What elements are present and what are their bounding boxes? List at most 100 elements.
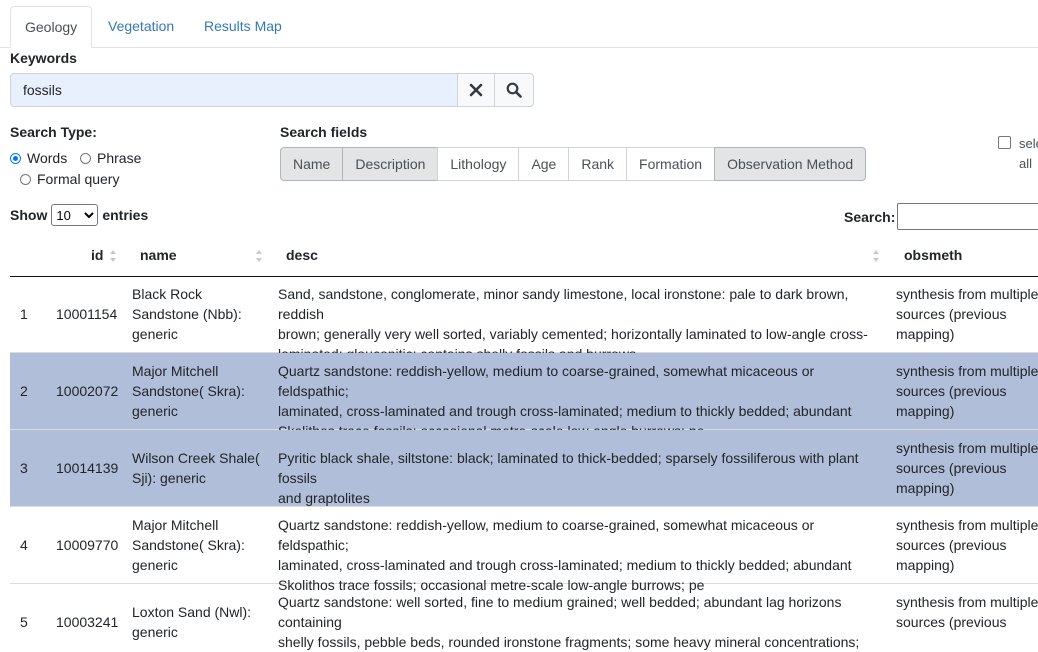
header-name[interactable]: name — [140, 236, 177, 276]
close-icon — [469, 83, 483, 97]
row-obsmeth-line: sources (previous — [896, 460, 1007, 476]
tab-vegetation[interactable]: Vegetation — [94, 6, 188, 47]
show-label: Show — [10, 207, 48, 223]
header-id[interactable]: id — [91, 236, 103, 276]
row-desc-line: Quartz sandstone: reddish-yellow, medium… — [278, 517, 815, 553]
row-desc: Quartz sandstone: well sorted, fine to m… — [278, 592, 882, 652]
row-name-line: generic — [132, 403, 178, 419]
row-id: 10002072 — [56, 383, 119, 399]
header-id-label: id — [91, 247, 104, 263]
row-name-line: Major Mitchell — [132, 363, 219, 379]
row-obsmeth-line: sources (previous — [896, 614, 1007, 630]
row-name-line: generic — [132, 624, 178, 640]
radio-formal-query-indicator[interactable] — [20, 173, 31, 185]
field-age-button[interactable]: Age — [518, 147, 570, 181]
field-observation-method-button[interactable]: Observation Method — [714, 147, 867, 181]
row-desc: Pyritic black shale, siltstone: black; l… — [278, 448, 882, 508]
radio-phrase-indicator[interactable] — [80, 152, 91, 164]
row-obsmeth: synthesis from multiple sources (previou… — [896, 284, 1038, 344]
table-search-input[interactable] — [897, 203, 1038, 230]
table-header: id name desc obsmeth — [10, 236, 1038, 277]
search-button[interactable] — [494, 73, 534, 107]
sort-icon — [256, 250, 262, 262]
row-obsmeth-line: mapping) — [896, 403, 955, 419]
row-obsmeth-line: mapping) — [896, 557, 955, 573]
row-obsmeth: synthesis from multiple sources (previou… — [896, 592, 1038, 632]
row-desc: Quartz sandstone: reddish-yellow, medium… — [278, 515, 882, 595]
sort-icon — [110, 250, 116, 262]
table-row[interactable]: 5 10003241 Loxton Sand (Nwl): generic Qu… — [10, 584, 1038, 650]
keywords-input[interactable] — [10, 73, 458, 107]
radio-phrase-label: Phrase — [97, 150, 142, 166]
row-desc-line: laminated, cross-laminated and trough cr… — [278, 403, 852, 419]
select-all-checkbox[interactable] — [998, 136, 1011, 149]
radio-formal-query-label: Formal query — [37, 171, 120, 187]
row-name-line: Wilson Creek Shale( — [132, 450, 260, 466]
field-name-button[interactable]: Name — [280, 147, 344, 181]
field-description-button[interactable]: Description — [342, 147, 439, 181]
row-name: Major Mitchell Sandstone( Skra): generic — [132, 361, 272, 421]
row-index: 2 — [20, 383, 28, 399]
clear-button[interactable] — [457, 73, 495, 107]
table-row[interactable]: 2 10002072 Major Mitchell Sandstone( Skr… — [10, 353, 1038, 439]
header-desc[interactable]: desc — [286, 236, 318, 276]
header-obsmeth-label: obsmeth — [904, 247, 963, 263]
row-desc-line: Sand, sandstone, conglomerate, minor san… — [278, 286, 849, 322]
field-rank-button[interactable]: Rank — [568, 147, 628, 181]
row-index: 1 — [20, 306, 28, 322]
row-obsmeth-line: synthesis from multiple — [896, 363, 1038, 379]
row-name-line: Sji): generic — [132, 470, 206, 486]
row-obsmeth-line: synthesis from multiple — [896, 594, 1038, 610]
row-desc-line: brown; generally very well sorted, varia… — [278, 326, 868, 342]
select-all-label-line1: sele — [1019, 136, 1038, 151]
search-fields-label: Search fields — [280, 124, 368, 140]
row-name: Loxton Sand (Nwl): generic — [132, 602, 272, 642]
field-formation-button[interactable]: Formation — [626, 147, 716, 181]
row-desc-line: Quartz sandstone: reddish-yellow, medium… — [278, 363, 815, 399]
row-desc: Sand, sandstone, conglomerate, minor san… — [278, 284, 882, 364]
row-name-line: generic — [132, 326, 178, 342]
sort-icon — [873, 250, 879, 262]
row-obsmeth-line: mapping) — [896, 326, 955, 342]
search-icon — [506, 82, 522, 98]
header-name-label: name — [140, 247, 177, 263]
row-name: Wilson Creek Shale( Sji): generic — [132, 448, 272, 488]
row-id: 10001154 — [56, 306, 118, 322]
search-type-label: Search Type: — [10, 124, 97, 140]
row-name-line: Black Rock — [132, 286, 203, 302]
row-index: 4 — [20, 537, 28, 553]
row-obsmeth-line: sources (previous — [896, 383, 1007, 399]
row-name-line: Sandstone( Skra): — [132, 383, 245, 399]
keywords-label: Keywords — [10, 50, 77, 66]
row-obsmeth-line: synthesis from multiple — [896, 517, 1038, 533]
select-all-label-line2: all — [1019, 156, 1033, 171]
radio-formal-query[interactable]: Formal query — [20, 171, 119, 187]
header-desc-label: desc — [286, 247, 318, 263]
table-row[interactable]: 1 10001154 Black Rock Sandstone (Nbb): g… — [10, 276, 1038, 362]
table-row[interactable]: 4 10009770 Major Mitchell Sandstone( Skr… — [10, 507, 1038, 593]
tab-results-map[interactable]: Results Map — [190, 6, 296, 47]
radio-phrase[interactable]: Phrase — [80, 150, 141, 166]
row-name: Black Rock Sandstone (Nbb): generic — [132, 284, 272, 344]
tab-geology[interactable]: Geology — [10, 6, 93, 48]
row-name-line: generic — [132, 557, 178, 573]
field-lithology-button[interactable]: Lithology — [437, 147, 520, 181]
row-obsmeth: synthesis from multiple sources (previou… — [896, 361, 1038, 421]
row-desc-line: and graptolites — [278, 490, 370, 506]
row-desc-line: Quartz sandstone: well sorted, fine to m… — [278, 594, 842, 630]
row-desc-line: shelly fossils, pebble beds, rounded iro… — [278, 634, 860, 650]
radio-words-indicator[interactable] — [10, 152, 21, 164]
row-name-line: Sandstone( Skra): — [132, 537, 245, 553]
radio-words-label: Words — [27, 150, 68, 166]
table-row[interactable]: 3 10014139 Wilson Creek Shale( Sji): gen… — [10, 430, 1038, 507]
row-name-line: Loxton Sand (Nwl): — [132, 604, 252, 620]
row-obsmeth-line: mapping) — [896, 480, 955, 496]
row-obsmeth: synthesis from multiple sources (previou… — [896, 438, 1038, 498]
radio-words[interactable]: Words — [10, 150, 67, 166]
row-obsmeth: synthesis from multiple sources (previou… — [896, 515, 1038, 575]
header-obsmeth[interactable]: obsmeth — [904, 236, 962, 276]
row-id: 10014139 — [56, 460, 119, 476]
entries-select[interactable]: 10 — [51, 204, 99, 226]
row-obsmeth-line: sources (previous — [896, 306, 1007, 322]
row-name-line: Sandstone (Nbb): — [132, 306, 242, 322]
